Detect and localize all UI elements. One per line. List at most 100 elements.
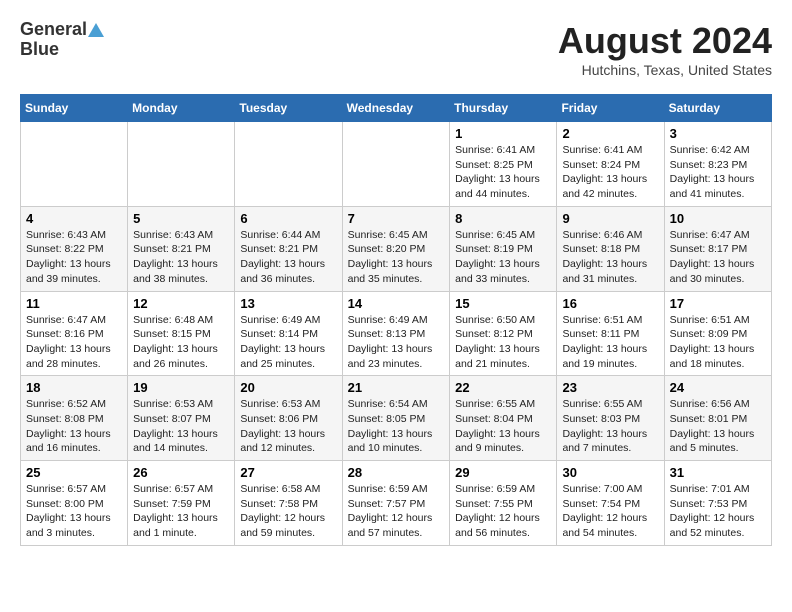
calendar-cell: 31Sunrise: 7:01 AM Sunset: 7:53 PM Dayli… bbox=[664, 461, 771, 546]
week-row-4: 18 Sunrise: 6:52 AM Sunset: 8:08 PM Dayli… bbox=[21, 376, 772, 461]
day-content: Sunrise: 6:47 AM Sunset: 8:16 PM Dayligh… bbox=[26, 313, 122, 372]
location: Hutchins, Texas, United States bbox=[558, 62, 772, 78]
day-number: 8 bbox=[455, 211, 551, 226]
calendar-cell: 18 Sunrise: 6:52 AM Sunset: 8:08 PM Dayli… bbox=[21, 376, 128, 461]
week-row-5: 25 Sunrise: 6:57 AM Sunset: 8:00 PM Dayli… bbox=[21, 461, 772, 546]
day-content: Sunrise: 6:48 AM Sunset: 8:15 PM Dayligh… bbox=[133, 313, 229, 372]
calendar-cell: 9Sunrise: 6:46 AM Sunset: 8:18 PM Daylig… bbox=[557, 206, 664, 291]
calendar-cell: 30Sunrise: 7:00 AM Sunset: 7:54 PM Dayli… bbox=[557, 461, 664, 546]
calendar-header: SundayMondayTuesdayWednesdayThursdayFrid… bbox=[21, 95, 772, 122]
day-content: Sunrise: 6:46 AM Sunset: 8:18 PM Dayligh… bbox=[562, 228, 658, 287]
day-number: 13 bbox=[240, 296, 336, 311]
day-number: 22 bbox=[455, 380, 551, 395]
day-number: 23 bbox=[562, 380, 658, 395]
day-number: 11 bbox=[26, 296, 122, 311]
day-content: Sunrise: 6:43 AM Sunset: 8:22 PM Dayligh… bbox=[26, 228, 122, 287]
calendar-cell: 5 Sunrise: 6:43 AM Sunset: 8:21 PM Daylig… bbox=[128, 206, 235, 291]
day-number: 12 bbox=[133, 296, 229, 311]
calendar-cell: 22 Sunrise: 6:55 AM Sunset: 8:04 PM Dayli… bbox=[450, 376, 557, 461]
week-row-1: 1Sunrise: 6:41 AM Sunset: 8:25 PM Daylig… bbox=[21, 122, 772, 207]
weekday-header-row: SundayMondayTuesdayWednesdayThursdayFrid… bbox=[21, 95, 772, 122]
day-content: Sunrise: 6:45 AM Sunset: 8:20 PM Dayligh… bbox=[348, 228, 445, 287]
day-content: Sunrise: 6:49 AM Sunset: 8:13 PM Dayligh… bbox=[348, 313, 445, 372]
day-content: Sunrise: 6:53 AM Sunset: 8:06 PM Dayligh… bbox=[240, 397, 336, 456]
day-content: Sunrise: 6:41 AM Sunset: 8:24 PM Dayligh… bbox=[562, 143, 658, 202]
day-number: 14 bbox=[348, 296, 445, 311]
day-number: 19 bbox=[133, 380, 229, 395]
calendar-cell bbox=[21, 122, 128, 207]
weekday-saturday: Saturday bbox=[664, 95, 771, 122]
logo: General Blue bbox=[20, 20, 105, 60]
calendar-cell: 11 Sunrise: 6:47 AM Sunset: 8:16 PM Dayli… bbox=[21, 291, 128, 376]
weekday-friday: Friday bbox=[557, 95, 664, 122]
day-number: 20 bbox=[240, 380, 336, 395]
calendar-body: 1Sunrise: 6:41 AM Sunset: 8:25 PM Daylig… bbox=[21, 122, 772, 546]
day-content: Sunrise: 6:53 AM Sunset: 8:07 PM Dayligh… bbox=[133, 397, 229, 456]
weekday-monday: Monday bbox=[128, 95, 235, 122]
day-content: Sunrise: 6:57 AM Sunset: 7:59 PM Dayligh… bbox=[133, 482, 229, 541]
day-content: Sunrise: 6:58 AM Sunset: 7:58 PM Dayligh… bbox=[240, 482, 336, 541]
calendar-cell: 14 Sunrise: 6:49 AM Sunset: 8:13 PM Dayli… bbox=[342, 291, 450, 376]
day-content: Sunrise: 6:52 AM Sunset: 8:08 PM Dayligh… bbox=[26, 397, 122, 456]
calendar-cell: 13 Sunrise: 6:49 AM Sunset: 8:14 PM Dayli… bbox=[235, 291, 342, 376]
day-content: Sunrise: 6:55 AM Sunset: 8:03 PM Dayligh… bbox=[562, 397, 658, 456]
day-number: 30 bbox=[562, 465, 658, 480]
calendar-cell: 29 Sunrise: 6:59 AM Sunset: 7:55 PM Dayli… bbox=[450, 461, 557, 546]
calendar-cell: 23 Sunrise: 6:55 AM Sunset: 8:03 PM Dayli… bbox=[557, 376, 664, 461]
calendar-table: SundayMondayTuesdayWednesdayThursdayFrid… bbox=[20, 94, 772, 546]
calendar-cell: 4 Sunrise: 6:43 AM Sunset: 8:22 PM Daylig… bbox=[21, 206, 128, 291]
day-number: 7 bbox=[348, 211, 445, 226]
day-content: Sunrise: 6:59 AM Sunset: 7:57 PM Dayligh… bbox=[348, 482, 445, 541]
week-row-3: 11 Sunrise: 6:47 AM Sunset: 8:16 PM Dayli… bbox=[21, 291, 772, 376]
day-content: Sunrise: 6:56 AM Sunset: 8:01 PM Dayligh… bbox=[670, 397, 766, 456]
calendar-cell: 2Sunrise: 6:41 AM Sunset: 8:24 PM Daylig… bbox=[557, 122, 664, 207]
day-content: Sunrise: 6:47 AM Sunset: 8:17 PM Dayligh… bbox=[670, 228, 766, 287]
title-area: August 2024 Hutchins, Texas, United Stat… bbox=[558, 20, 772, 78]
day-content: Sunrise: 6:41 AM Sunset: 8:25 PM Dayligh… bbox=[455, 143, 551, 202]
day-number: 15 bbox=[455, 296, 551, 311]
day-number: 4 bbox=[26, 211, 122, 226]
day-number: 27 bbox=[240, 465, 336, 480]
day-number: 21 bbox=[348, 380, 445, 395]
calendar-cell: 26Sunrise: 6:57 AM Sunset: 7:59 PM Dayli… bbox=[128, 461, 235, 546]
weekday-thursday: Thursday bbox=[450, 95, 557, 122]
calendar-cell: 21 Sunrise: 6:54 AM Sunset: 8:05 PM Dayli… bbox=[342, 376, 450, 461]
calendar-cell bbox=[342, 122, 450, 207]
day-number: 28 bbox=[348, 465, 445, 480]
weekday-tuesday: Tuesday bbox=[235, 95, 342, 122]
calendar-cell bbox=[235, 122, 342, 207]
day-content: Sunrise: 6:55 AM Sunset: 8:04 PM Dayligh… bbox=[455, 397, 551, 456]
day-content: Sunrise: 6:59 AM Sunset: 7:55 PM Dayligh… bbox=[455, 482, 551, 541]
day-number: 18 bbox=[26, 380, 122, 395]
weekday-sunday: Sunday bbox=[21, 95, 128, 122]
day-content: Sunrise: 6:50 AM Sunset: 8:12 PM Dayligh… bbox=[455, 313, 551, 372]
calendar-cell: 19 Sunrise: 6:53 AM Sunset: 8:07 PM Dayli… bbox=[128, 376, 235, 461]
calendar-cell: 16Sunrise: 6:51 AM Sunset: 8:11 PM Dayli… bbox=[557, 291, 664, 376]
day-number: 24 bbox=[670, 380, 766, 395]
weekday-wednesday: Wednesday bbox=[342, 95, 450, 122]
day-content: Sunrise: 6:51 AM Sunset: 8:11 PM Dayligh… bbox=[562, 313, 658, 372]
week-row-2: 4 Sunrise: 6:43 AM Sunset: 8:22 PM Daylig… bbox=[21, 206, 772, 291]
day-content: Sunrise: 6:57 AM Sunset: 8:00 PM Dayligh… bbox=[26, 482, 122, 541]
calendar-cell: 1Sunrise: 6:41 AM Sunset: 8:25 PM Daylig… bbox=[450, 122, 557, 207]
day-number: 29 bbox=[455, 465, 551, 480]
calendar-cell: 6Sunrise: 6:44 AM Sunset: 8:21 PM Daylig… bbox=[235, 206, 342, 291]
calendar-cell: 7 Sunrise: 6:45 AM Sunset: 8:20 PM Daylig… bbox=[342, 206, 450, 291]
day-content: Sunrise: 6:49 AM Sunset: 8:14 PM Dayligh… bbox=[240, 313, 336, 372]
day-content: Sunrise: 6:42 AM Sunset: 8:23 PM Dayligh… bbox=[670, 143, 766, 202]
day-number: 25 bbox=[26, 465, 122, 480]
logo-icon bbox=[87, 21, 105, 39]
day-content: Sunrise: 6:54 AM Sunset: 8:05 PM Dayligh… bbox=[348, 397, 445, 456]
day-content: Sunrise: 6:51 AM Sunset: 8:09 PM Dayligh… bbox=[670, 313, 766, 372]
day-number: 5 bbox=[133, 211, 229, 226]
day-content: Sunrise: 6:44 AM Sunset: 8:21 PM Dayligh… bbox=[240, 228, 336, 287]
calendar-cell: 24 Sunrise: 6:56 AM Sunset: 8:01 PM Dayli… bbox=[664, 376, 771, 461]
day-content: Sunrise: 6:43 AM Sunset: 8:21 PM Dayligh… bbox=[133, 228, 229, 287]
day-content: Sunrise: 6:45 AM Sunset: 8:19 PM Dayligh… bbox=[455, 228, 551, 287]
month-title: August 2024 bbox=[558, 20, 772, 62]
calendar-cell: 17Sunrise: 6:51 AM Sunset: 8:09 PM Dayli… bbox=[664, 291, 771, 376]
calendar-cell: 25 Sunrise: 6:57 AM Sunset: 8:00 PM Dayli… bbox=[21, 461, 128, 546]
calendar-cell: 20 Sunrise: 6:53 AM Sunset: 8:06 PM Dayli… bbox=[235, 376, 342, 461]
calendar-cell: 3Sunrise: 6:42 AM Sunset: 8:23 PM Daylig… bbox=[664, 122, 771, 207]
calendar-cell: 12 Sunrise: 6:48 AM Sunset: 8:15 PM Dayli… bbox=[128, 291, 235, 376]
